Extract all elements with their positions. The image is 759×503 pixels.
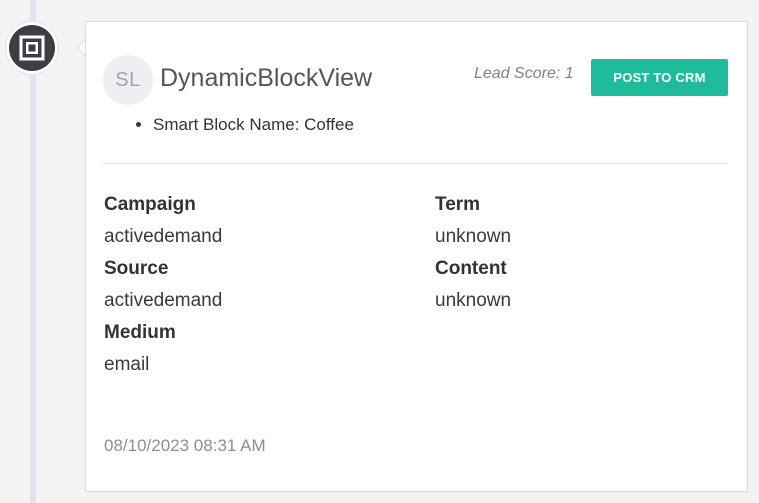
campaign-value: activedemand [104, 226, 223, 247]
term-value: unknown [435, 226, 512, 247]
lead-score: Lead Score: 1 [474, 65, 574, 82]
source-label: Source [104, 258, 169, 279]
divider [103, 163, 728, 164]
medium-label: Medium [104, 322, 176, 343]
medium-value: email [104, 354, 150, 375]
crop-frame-icon [9, 25, 55, 71]
campaign-label: Campaign [104, 194, 196, 215]
activity-card: SL DynamicBlockView Lead Score: 1 POST T… [85, 21, 748, 492]
timeline-event-marker [6, 22, 58, 74]
post-to-crm-button[interactable]: POST TO CRM [591, 59, 728, 96]
timeline-line [30, 0, 36, 503]
term-label: Term [435, 194, 481, 215]
activity-timestamp: 08/10/2023 08:31 AM [104, 436, 266, 455]
activity-details-list: Smart Block Name: Coffee [116, 115, 354, 135]
activity-title: DynamicBlockView [160, 64, 373, 92]
list-item: Smart Block Name: Coffee [153, 115, 354, 135]
content-value: unknown [435, 290, 512, 311]
content-label: Content [435, 258, 507, 279]
source-value: activedemand [104, 290, 223, 311]
avatar: SL [103, 55, 153, 105]
